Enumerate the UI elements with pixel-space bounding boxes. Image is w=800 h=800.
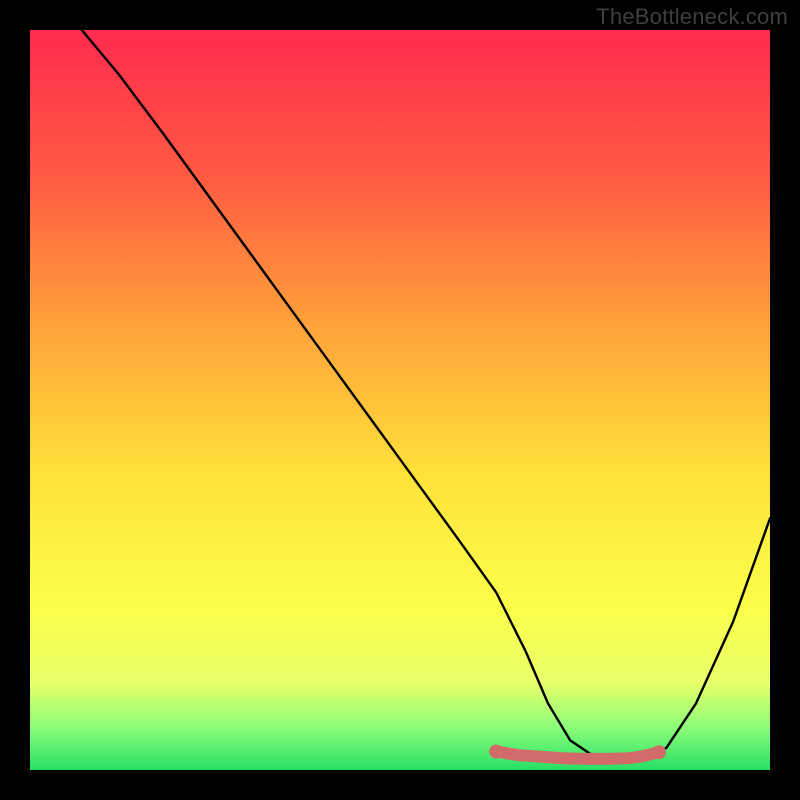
curve-overlay <box>30 30 770 770</box>
bottleneck-curve <box>82 30 770 759</box>
chart-frame: TheBottleneck.com <box>0 0 800 800</box>
lowband-curve <box>496 752 659 759</box>
lowband-endpoint <box>489 745 503 759</box>
watermark-text: TheBottleneck.com <box>596 4 788 30</box>
plot-area <box>30 30 770 770</box>
lowband-endpoint <box>652 745 666 759</box>
